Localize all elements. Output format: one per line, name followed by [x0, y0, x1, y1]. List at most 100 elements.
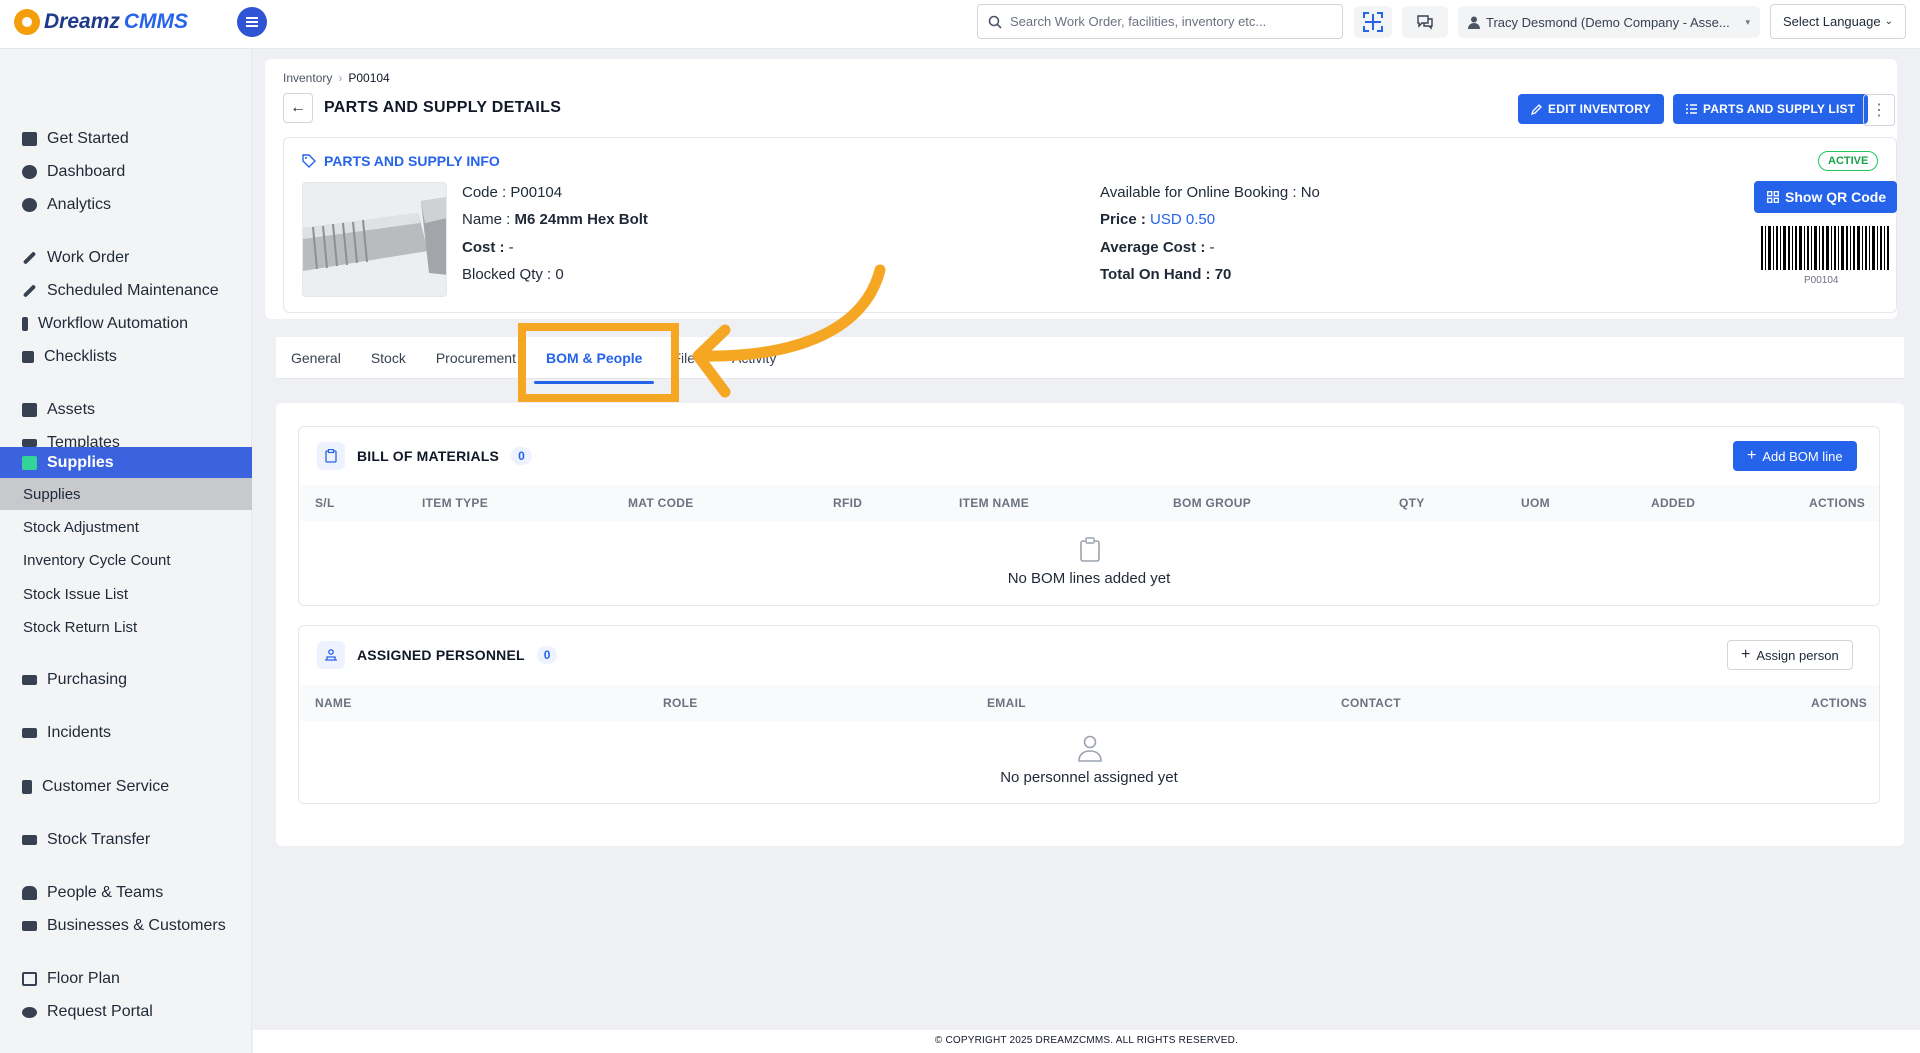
tab-highlight-box: [518, 323, 679, 402]
menu-toggle-button[interactable]: [237, 7, 267, 37]
sidebar-subitem-label: Supplies: [23, 485, 81, 503]
video-icon: [22, 921, 37, 931]
comment-icon: [22, 1006, 37, 1018]
search-icon: [988, 15, 1002, 29]
edit-inventory-button[interactable]: EDIT INVENTORY: [1518, 94, 1664, 124]
sidebar-subitem-label: Stock Issue List: [23, 585, 129, 603]
tab-label: Procurement: [435, 349, 516, 366]
chat-icon: [1417, 15, 1433, 30]
sidebar-item-floor-plan[interactable]: Floor Plan: [0, 963, 252, 995]
assigned-personnel-section: ASSIGNED PERSONNEL 0 + Assign person NAM…: [298, 625, 1880, 804]
sidebar-item-incidents[interactable]: Incidents: [0, 717, 252, 749]
sidebar-item-work-order[interactable]: Work Order: [0, 242, 252, 274]
tab-stock[interactable]: Stock: [356, 337, 421, 379]
blocked-qty-value: 0: [555, 266, 564, 283]
sidebar-item-workflow-automation[interactable]: Workflow Automation: [0, 308, 252, 340]
box-icon: [22, 403, 37, 417]
user-icon: [1468, 16, 1480, 29]
sidebar-item-supplies[interactable]: Supplies: [0, 447, 252, 478]
logo-text-accent: CMMS: [123, 10, 189, 33]
sidebar-subitem-label: Stock Adjustment: [23, 518, 139, 536]
blocked-qty-field: Blocked Qty : 0: [462, 266, 564, 283]
personnel-count-badge: 0: [536, 646, 558, 664]
bolt-image: [303, 183, 446, 296]
qr-icon: [1767, 191, 1779, 203]
global-search[interactable]: [977, 4, 1343, 39]
status-badge: ACTIVE: [1818, 151, 1879, 171]
file-icon: [22, 780, 32, 794]
details-header-card: Inventory › P00104 ← PARTS AND SUPPLY DE…: [265, 59, 1897, 319]
sidebar-item-request-portal[interactable]: Request Portal: [0, 996, 252, 1028]
tab-general[interactable]: General: [276, 337, 356, 379]
sidebar-item-label: Work Order: [47, 249, 130, 266]
search-input[interactable]: [1010, 14, 1330, 29]
show-qr-code-label: Show QR Code: [1785, 189, 1887, 205]
user-menu[interactable]: Tracy Desmond (Demo Company - Asse... ▾: [1458, 6, 1760, 38]
personnel-title: ASSIGNED PERSONNEL: [357, 647, 525, 663]
sidebar-item-label: Businesses & Customers: [47, 917, 226, 934]
sidebar-item-businesses-customers[interactable]: Businesses & Customers: [0, 910, 252, 942]
sidebar-subitem-stock-adjustment[interactable]: Stock Adjustment: [0, 511, 252, 543]
info-heading: PARTS AND SUPPLY INFO: [302, 153, 500, 169]
truck-icon: [22, 835, 37, 845]
sidebar-item-analytics[interactable]: Analytics: [0, 189, 252, 221]
flow-icon: [22, 317, 28, 331]
info-heading-text: PARTS AND SUPPLY INFO: [324, 153, 500, 169]
sidebar-item-get-started[interactable]: Get Started: [0, 123, 252, 155]
pencil-icon: [1531, 103, 1542, 115]
tab-label: Stock: [370, 349, 406, 366]
more-options-button[interactable]: ⋮: [1863, 94, 1895, 126]
barcode-label: P00104: [1804, 275, 1839, 286]
sidebar-item-people-teams[interactable]: People & Teams: [0, 877, 252, 909]
language-select[interactable]: Select Language ⌄: [1770, 4, 1906, 39]
sidebar-item-dashboard[interactable]: Dashboard: [0, 156, 252, 188]
checkbox-icon: [22, 351, 34, 363]
printer-icon: [22, 972, 37, 986]
sidebar-item-scheduled-maintenance[interactable]: Scheduled Maintenance: [0, 275, 252, 307]
sidebar-subitem-stock-return-list[interactable]: Stock Return List: [0, 611, 252, 643]
column-header: ADDED: [1651, 496, 1696, 510]
sidebar-subitem-inventory-cycle-count[interactable]: Inventory Cycle Count: [0, 544, 252, 576]
sidebar-item-stock-transfer[interactable]: Stock Transfer: [0, 824, 252, 856]
column-header: S/L: [315, 496, 335, 510]
briefcase-icon: [22, 455, 37, 470]
org-chart-icon: [317, 641, 345, 669]
sidebar-item-label: Dashboard: [47, 163, 126, 180]
parts-supply-list-button[interactable]: PARTS AND SUPPLY LIST: [1673, 94, 1869, 124]
column-header: EMAIL: [987, 696, 1026, 710]
users-icon: [22, 886, 37, 900]
breadcrumb-inventory-link[interactable]: Inventory: [283, 71, 332, 85]
online-booking-field: Available for Online Booking : No: [1100, 184, 1320, 201]
sidebar-subitem-label: Inventory Cycle Count: [23, 551, 171, 569]
back-button[interactable]: ←: [283, 93, 313, 123]
sidebar-item-assets[interactable]: Assets: [0, 394, 252, 426]
cart-icon: [22, 675, 37, 685]
sidebar-item-label: Purchasing: [47, 671, 128, 688]
plus-icon: +: [1741, 646, 1751, 663]
edit-inventory-label: EDIT INVENTORY: [1548, 102, 1651, 116]
sidebar-item-label: Assets: [47, 401, 96, 418]
add-bom-line-button[interactable]: + Add BOM line: [1733, 441, 1857, 471]
sidebar-item-label: People & Teams: [47, 884, 164, 901]
sidebar-subitem-supplies[interactable]: Supplies: [0, 478, 252, 510]
plus-icon: +: [1747, 447, 1757, 464]
total-on-hand-field: Total On Hand : 70: [1100, 266, 1232, 283]
sidebar-subitem-stock-issue-list[interactable]: Stock Issue List: [0, 578, 252, 610]
tab-procurement[interactable]: Procurement: [421, 337, 531, 379]
bom-people-panel: BILL OF MATERIALS 0 + Add BOM line S/L I…: [276, 403, 1904, 846]
sidebar-item-customer-service[interactable]: Customer Service: [0, 771, 252, 803]
page-title: PARTS AND SUPPLY DETAILS: [324, 99, 562, 116]
show-qr-code-button[interactable]: Show QR Code: [1754, 181, 1897, 213]
assign-person-button[interactable]: + Assign person: [1727, 640, 1853, 670]
chat-button[interactable]: [1402, 6, 1448, 38]
column-header: BOM GROUP: [1173, 496, 1252, 510]
average-cost-value: -: [1209, 239, 1215, 256]
app-logo[interactable]: Dreamz CMMS: [14, 9, 188, 35]
scan-button[interactable]: [1354, 6, 1392, 38]
sidebar-item-checklists[interactable]: Checklists: [0, 341, 252, 373]
sidebar-item-label: Workflow Automation: [38, 315, 188, 332]
sidebar-item-label: Analytics: [47, 196, 112, 213]
code-field: Code : P00104: [462, 184, 563, 201]
sidebar-item-purchasing[interactable]: Purchasing: [0, 664, 252, 696]
shuffle-icon: [22, 439, 37, 447]
